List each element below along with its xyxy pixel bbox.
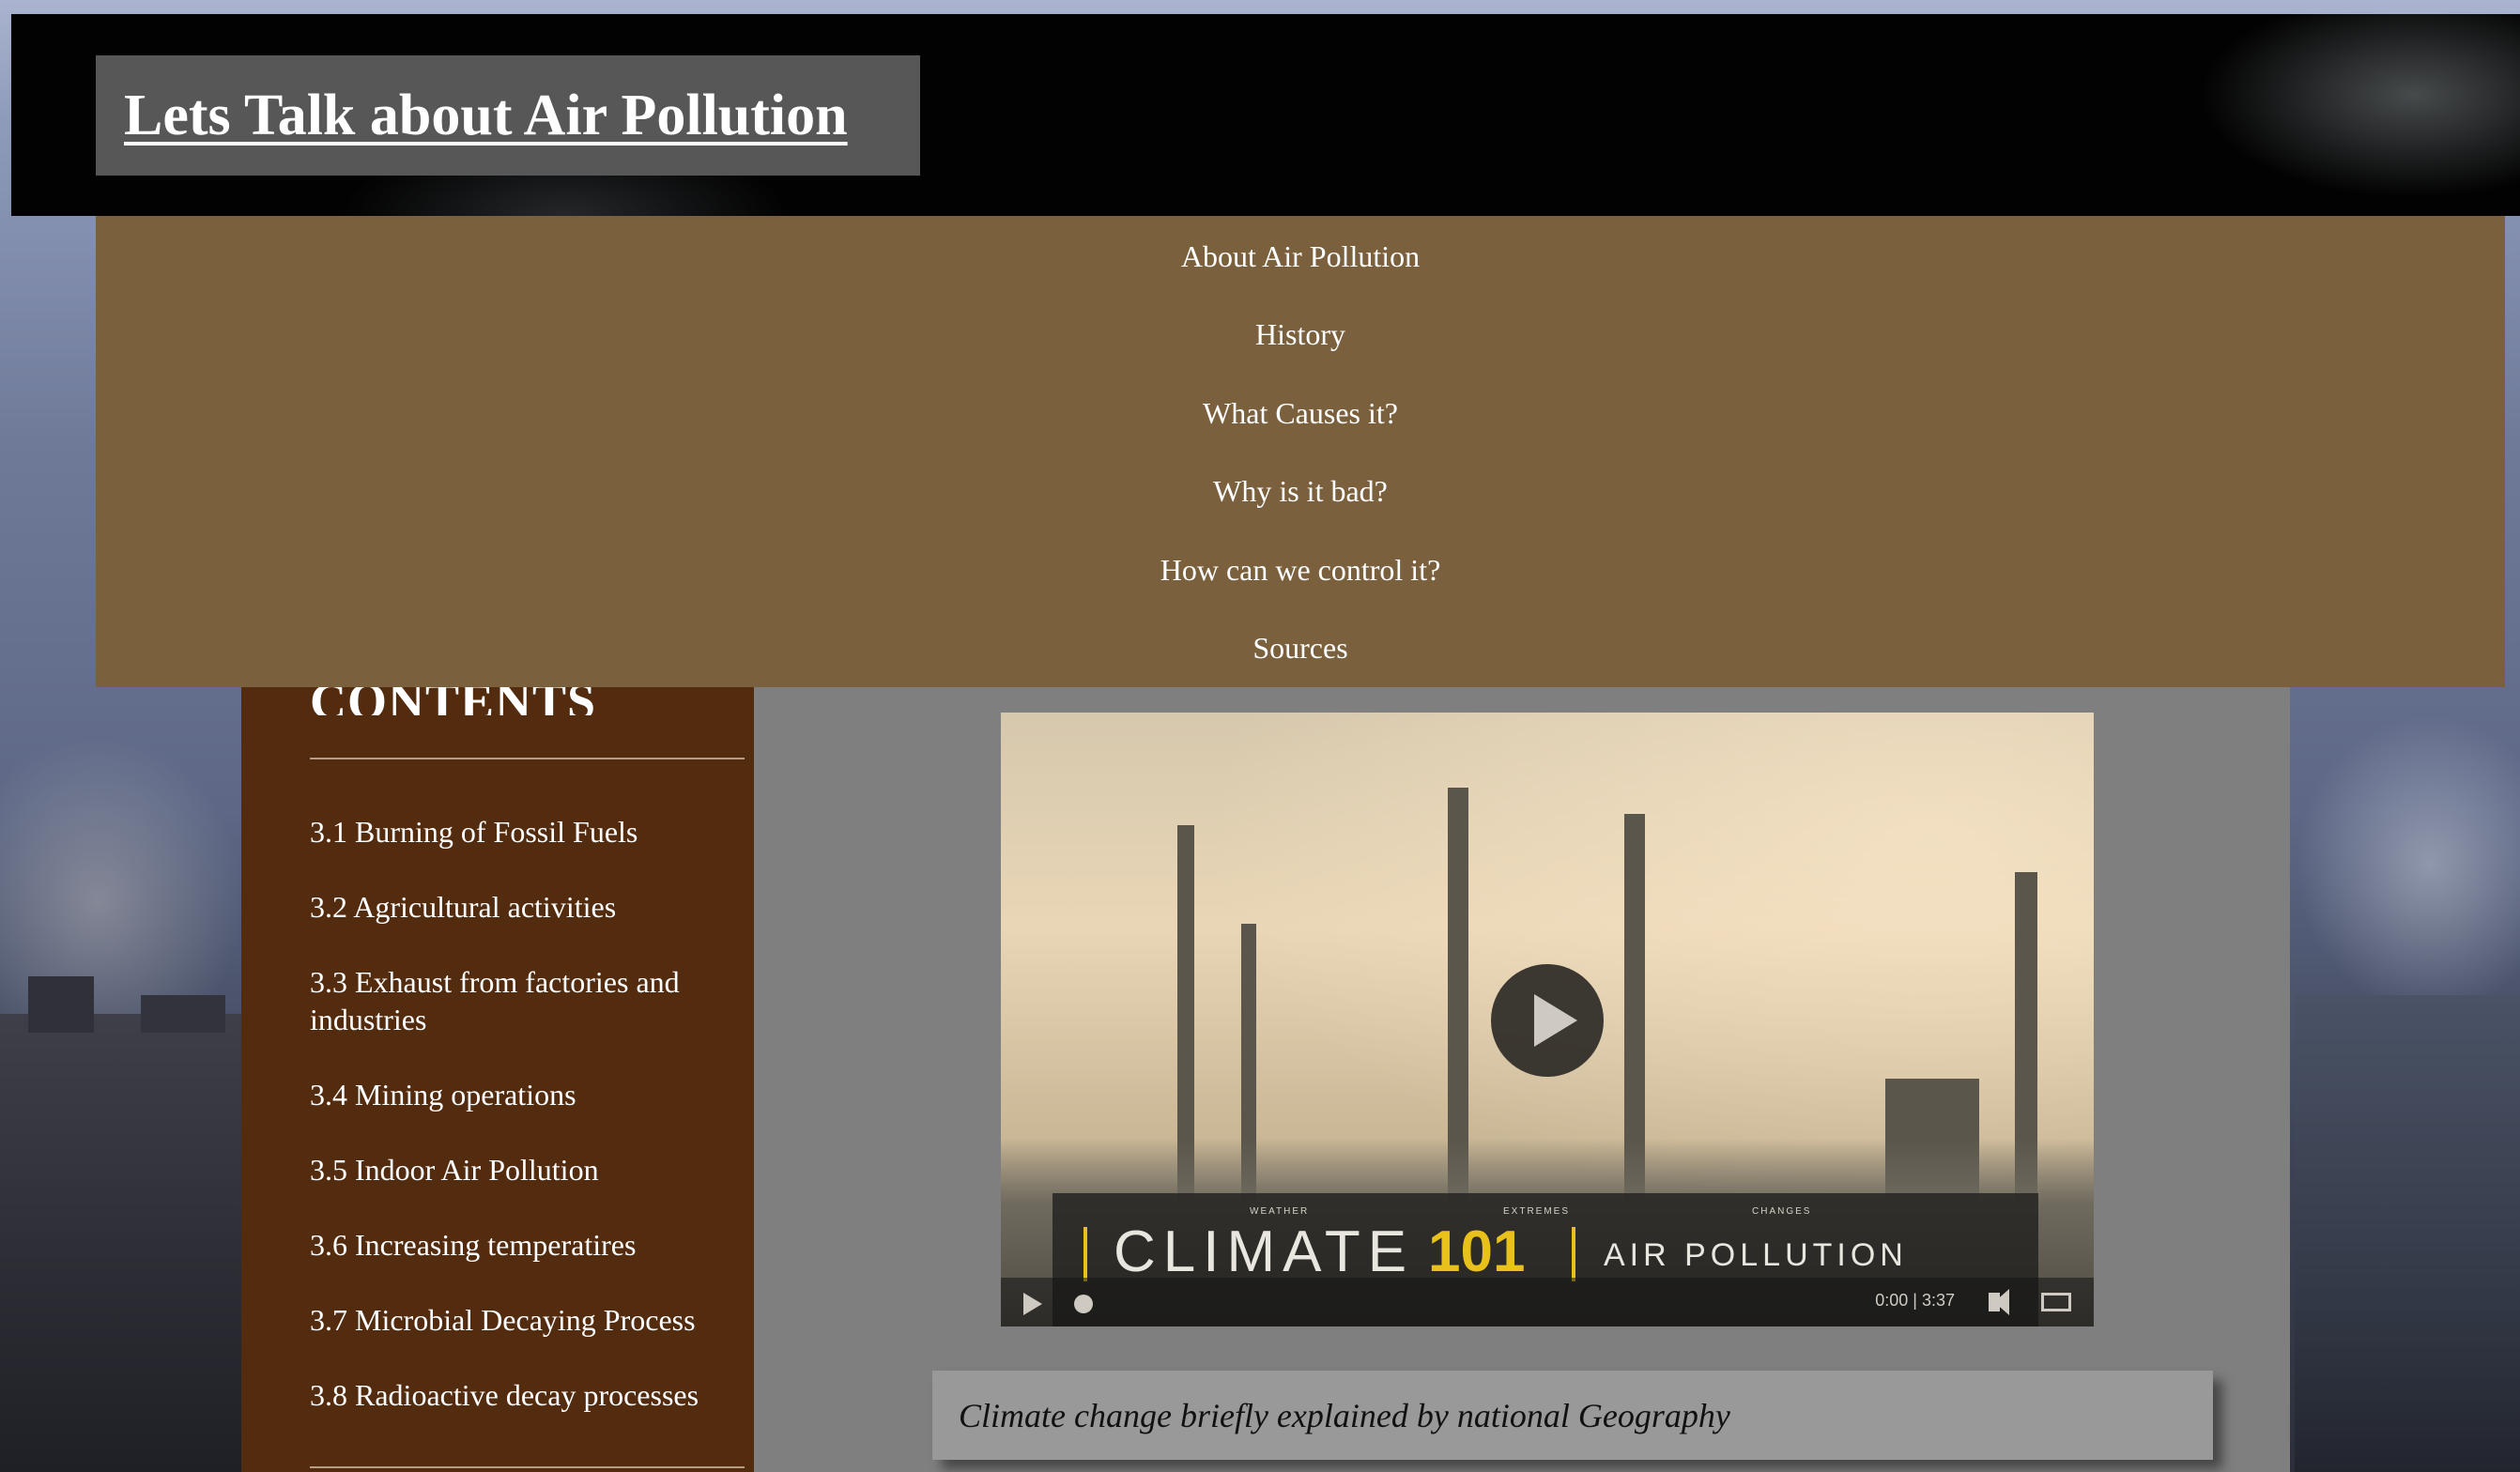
nav-item-control[interactable]: How can we control it? (96, 551, 2505, 589)
toc-item-3-6[interactable]: 3.6 Increasing temperatires (310, 1226, 723, 1264)
banner-tag-extremes: EXTREMES (1503, 1206, 1571, 1217)
nav-item-history[interactable]: History (96, 315, 2505, 353)
toc-item-3-5[interactable]: 3.5 Indoor Air Pollution (310, 1151, 723, 1188)
captions-icon[interactable] (2041, 1293, 2071, 1311)
site-title-box: Lets Talk about Air Pollution (96, 55, 920, 176)
background-smoke-right (2295, 713, 2520, 1014)
banner-101-text: 101 (1428, 1219, 1526, 1284)
play-icon[interactable] (1023, 1293, 1042, 1315)
banner-accent-bar (1083, 1227, 1087, 1281)
video-caption: Climate change briefly explained by nati… (932, 1371, 2213, 1460)
video-time: 0:00 | 3:37 (1875, 1291, 1955, 1310)
header-smoke-decoration (2163, 14, 2520, 216)
toc-item-3-7[interactable]: 3.7 Microbial Decaying Process (310, 1301, 723, 1339)
toc-item-3-3[interactable]: 3.3 Exhaust from factories and industrie… (310, 963, 723, 1038)
site-header: Lets Talk about Air Pollution (11, 14, 2520, 216)
site-title-link[interactable]: Lets Talk about Air Pollution (124, 83, 848, 149)
banner-tag-changes: CHANGES (1752, 1206, 1812, 1217)
video-player[interactable]: WEATHER EXTREMES CHANGES CLIMATE 101 AIR… (1001, 713, 2094, 1326)
main-nav-dropdown: About Air Pollution History What Causes … (96, 216, 2505, 687)
nav-item-sources[interactable]: Sources (96, 629, 2505, 667)
toc-item-3-1[interactable]: 3.1 Burning of Fossil Fuels (310, 813, 723, 851)
scrubber-handle[interactable] (1074, 1295, 1093, 1313)
sidebar-divider-bottom (310, 1466, 745, 1468)
video-caption-text: Climate change briefly explained by nati… (959, 1396, 1730, 1434)
background-factory-left (0, 976, 244, 1472)
banner-subtitle-text: AIR POLLUTION (1604, 1237, 1908, 1273)
toc-item-3-2[interactable]: 3.2 Agricultural activities (310, 888, 723, 926)
video-controls: 0:00 | 3:37 (1001, 1278, 2094, 1326)
background-factory-right (2295, 995, 2520, 1472)
nav-item-causes[interactable]: What Causes it? (96, 394, 2505, 432)
toc-item-3-4[interactable]: 3.4 Mining operations (310, 1076, 723, 1113)
volume-icon[interactable] (1989, 1289, 2009, 1315)
banner-tag-weather: WEATHER (1250, 1206, 1310, 1217)
background-smoke-left (0, 732, 244, 1014)
nav-item-why-bad[interactable]: Why is it bad? (96, 472, 2505, 510)
nav-item-about[interactable]: About Air Pollution (96, 238, 2505, 275)
play-button[interactable] (1491, 964, 1604, 1077)
banner-climate-text: CLIMATE (1114, 1219, 1415, 1284)
toc-item-3-8[interactable]: 3.8 Radioactive decay processes (310, 1376, 723, 1414)
sidebar-divider-top (310, 758, 745, 759)
banner-accent-bar (1572, 1227, 1575, 1281)
